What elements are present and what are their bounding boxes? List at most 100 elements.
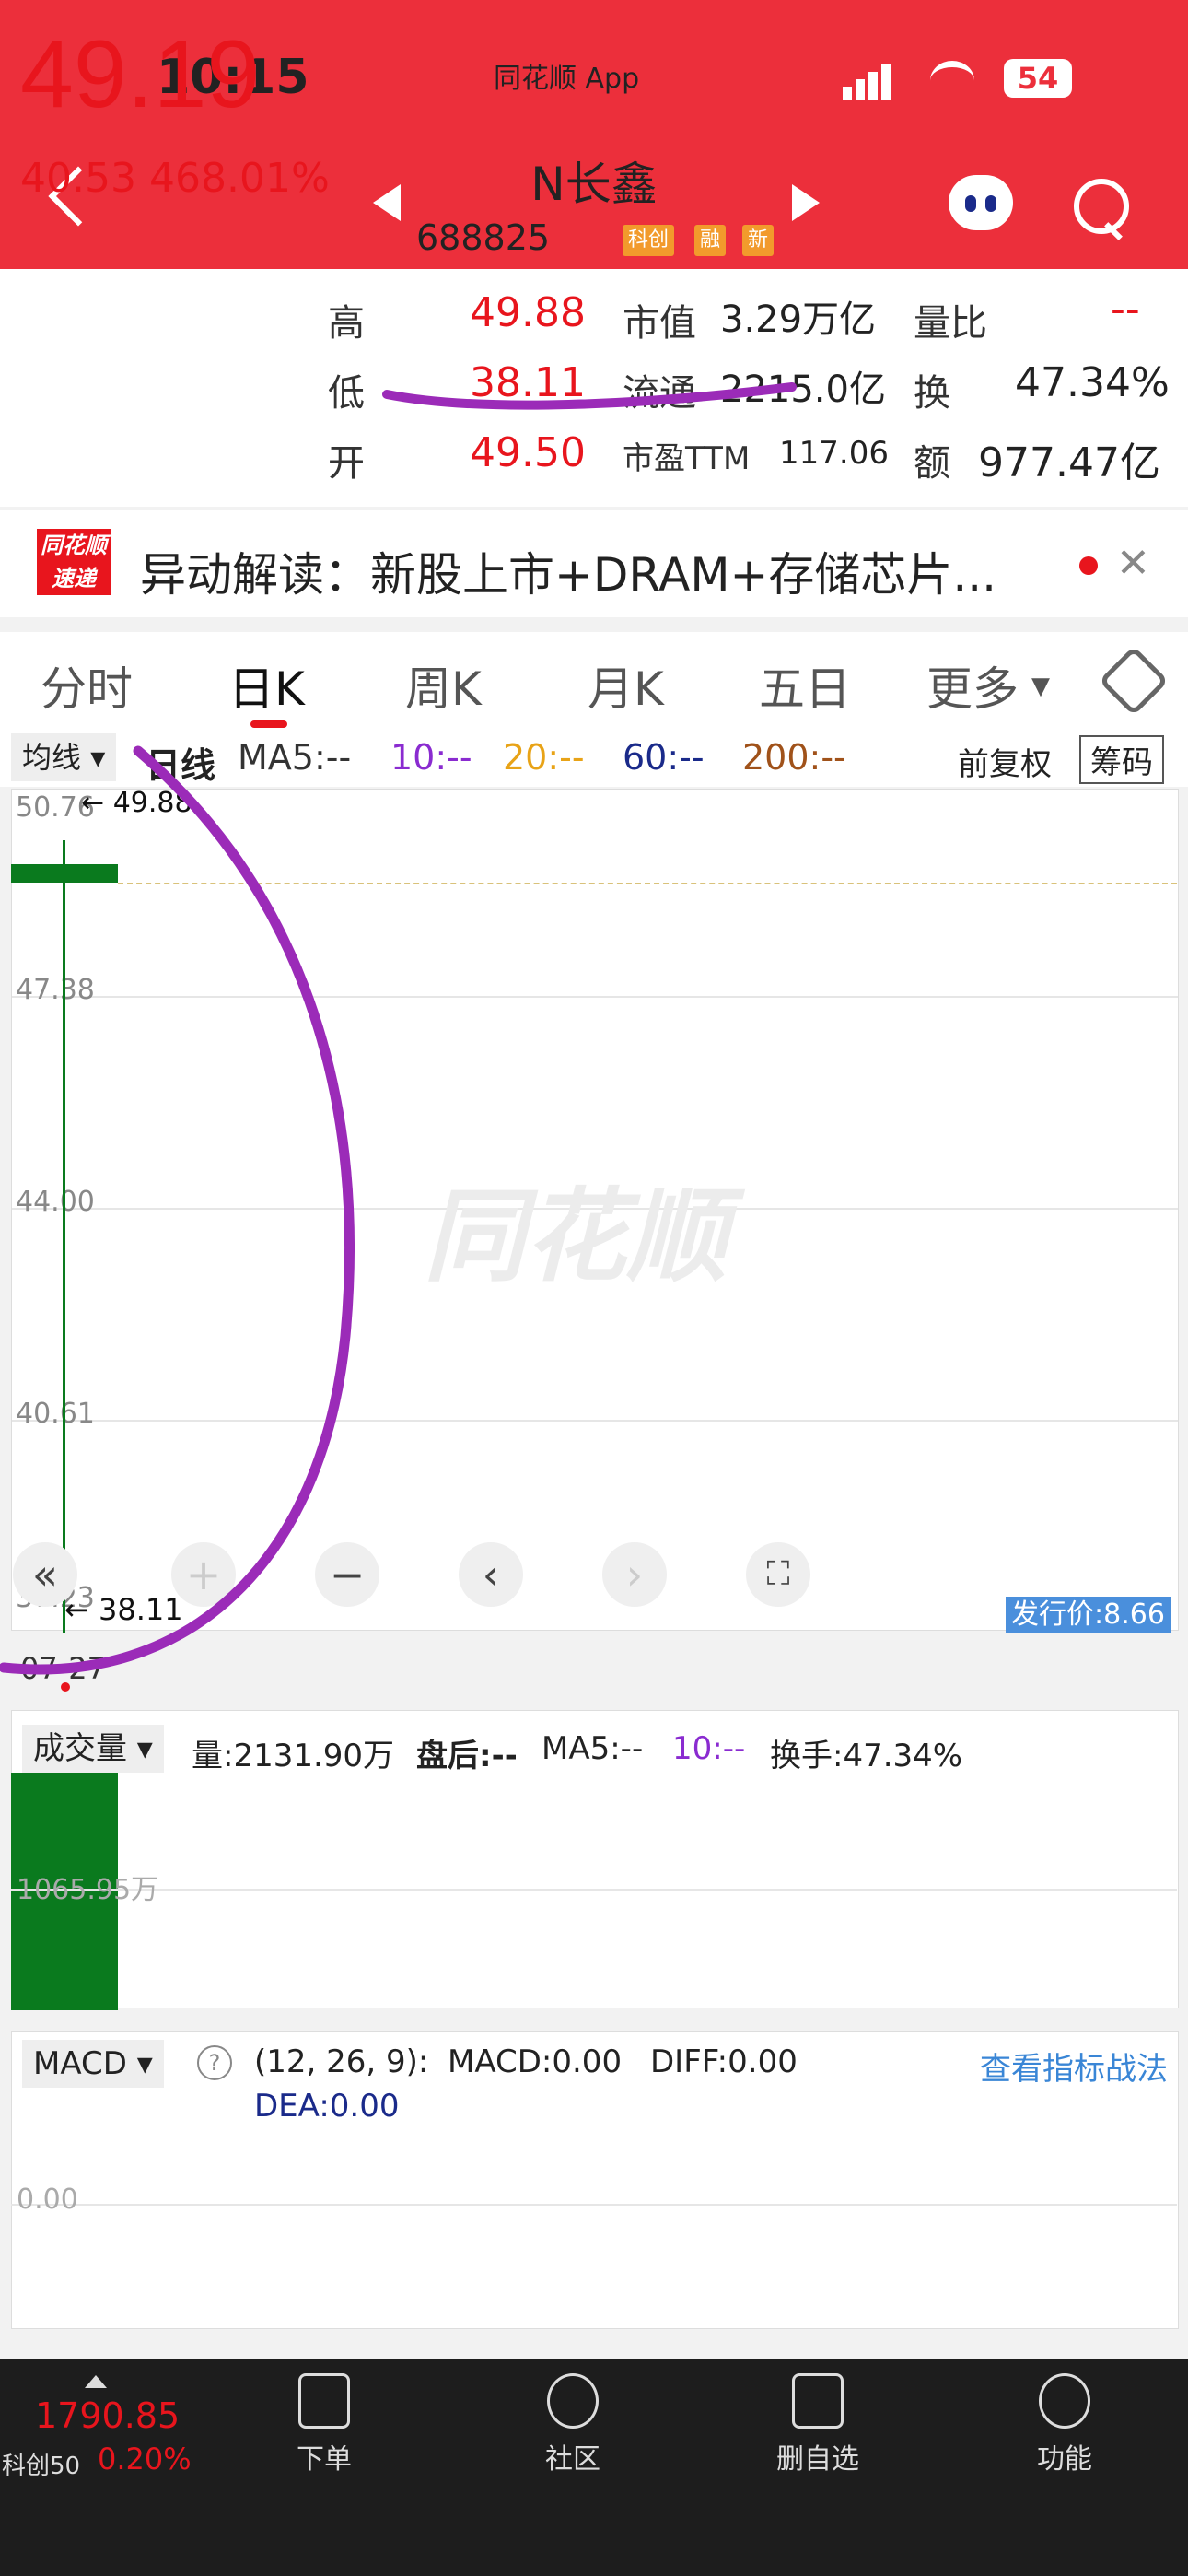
candle-body xyxy=(11,864,118,883)
volume-ma10: 10:-- xyxy=(672,1730,746,1767)
zoom-in-button[interactable]: + xyxy=(171,1542,236,1607)
y-tick: 44.00 xyxy=(16,1186,95,1218)
low-value: 38.11 xyxy=(470,359,586,406)
menu-icon xyxy=(1039,2373,1090,2429)
tab-daily-k[interactable]: 日K xyxy=(228,652,305,719)
tab-monthly-k[interactable]: 月K xyxy=(588,652,664,719)
mcap-label: 市值 xyxy=(623,302,696,345)
volume-gridline xyxy=(11,1889,1177,1891)
wifi-icon xyxy=(930,61,974,100)
ma10-value: 10:-- xyxy=(390,737,472,778)
last-price: 49.19 xyxy=(20,21,261,128)
index-name: 科创50 xyxy=(2,2453,81,2480)
amount-label: 额 xyxy=(914,442,950,485)
vol-ratio-value: -- xyxy=(1111,286,1140,333)
y-tick: 40.61 xyxy=(16,1398,95,1430)
status-app-name: 同花顺 App xyxy=(494,63,640,95)
watermark: 同花顺 xyxy=(424,1177,728,1295)
issue-price-badge: 发行价:8.66 xyxy=(1006,1597,1171,1633)
rewind-button[interactable]: « xyxy=(13,1542,77,1607)
tag-new: 新 xyxy=(742,225,775,256)
remove-icon xyxy=(792,2373,844,2429)
tab-more[interactable]: 更多 xyxy=(926,652,1019,719)
last-price-line xyxy=(118,883,1177,884)
mcap-value: 3.29万亿 xyxy=(720,299,877,341)
high-label: 高 xyxy=(328,302,365,345)
high-value: 49.88 xyxy=(470,289,586,336)
news-banner[interactable]: 同花顺 速递 异动解读：新股上市+DRAM+存储芯片... xyxy=(0,510,1188,617)
turnover-label: 换 xyxy=(914,372,950,415)
date-dot xyxy=(61,1682,70,1692)
volume-value: 量:2131.90万 xyxy=(192,1738,395,1774)
signal-icon xyxy=(843,64,894,100)
order-icon xyxy=(298,2373,350,2429)
volume-y-label: 1065.95万 xyxy=(17,1874,159,1906)
macd-gridline xyxy=(11,2204,1177,2206)
amount-value: 977.47亿 xyxy=(978,439,1160,486)
index-pct: 0.20% xyxy=(98,2441,192,2476)
volume-ma5: MA5:-- xyxy=(542,1730,644,1767)
expand-icon[interactable] xyxy=(85,2375,107,2388)
tag-kechuang: 科创 xyxy=(623,225,675,256)
nav-order[interactable]: 下单 xyxy=(250,2373,398,2476)
open-label: 开 xyxy=(328,442,365,485)
ma5-value: MA5:-- xyxy=(238,737,352,778)
period-label: 日线 xyxy=(146,745,216,786)
turnover-value: 47.34% xyxy=(1015,359,1170,406)
y-tick: 47.38 xyxy=(16,974,95,1006)
help-icon[interactable]: ? xyxy=(197,2045,232,2080)
vol-ratio-label: 量比 xyxy=(914,302,987,345)
candle-wick xyxy=(63,840,65,1633)
adjust-toggle[interactable]: 前复权 xyxy=(958,739,1052,784)
community-icon xyxy=(547,2373,599,2429)
index-value[interactable]: 1790.85 xyxy=(35,2395,180,2436)
price-change-pct: 468.01% xyxy=(149,155,330,202)
low-marker: ← 38.11 xyxy=(64,1592,183,1627)
robot-assistant-icon[interactable] xyxy=(949,175,1013,230)
news-text[interactable]: 异动解读：新股上市+DRAM+存储芯片... xyxy=(140,538,996,604)
macd-selector[interactable]: MACD ▾ xyxy=(22,2040,164,2088)
scroll-right-button[interactable]: › xyxy=(602,1542,667,1607)
high-marker: ← 49.88 xyxy=(81,787,192,819)
scroll-left-button[interactable]: ‹ xyxy=(459,1542,523,1607)
active-tab-indicator xyxy=(250,720,287,728)
zoom-out-button[interactable]: − xyxy=(315,1542,379,1607)
after-hours-value: 盘后:-- xyxy=(416,1738,518,1774)
indicator-strategy-link[interactable]: 查看指标战法 xyxy=(980,2043,1168,2089)
dea-value: DEA:0.00 xyxy=(254,2088,400,2125)
macd-y-label: 0.00 xyxy=(17,2184,78,2216)
volume-turnover: 换手:47.34% xyxy=(770,1738,963,1774)
battery-icon: 54 xyxy=(1004,59,1072,98)
float-label: 流通 xyxy=(623,372,696,415)
search-icon[interactable] xyxy=(1074,179,1129,234)
prev-stock-button[interactable] xyxy=(373,184,401,221)
ma60-value: 60:-- xyxy=(623,737,705,778)
nav-remove-watchlist[interactable]: 删自选 xyxy=(744,2373,891,2476)
date-label: 07-27 xyxy=(20,1651,106,1686)
chips-button[interactable]: 筹码 xyxy=(1079,735,1164,784)
tab-intraday[interactable]: 分时 xyxy=(41,652,133,719)
open-value: 49.50 xyxy=(470,429,586,476)
ma20-value: 20:-- xyxy=(503,737,585,778)
next-stock-button[interactable] xyxy=(792,184,820,221)
nav-community[interactable]: 社区 xyxy=(499,2373,646,2476)
tab-weekly-k[interactable]: 周K xyxy=(405,652,482,719)
fullscreen-icon[interactable]: ⛶ xyxy=(746,1542,810,1607)
macd-params: (12, 26, 9): xyxy=(254,2043,429,2080)
ma-selector[interactable]: 均线 ▾ xyxy=(11,733,117,781)
macd-value: MACD:0.00 xyxy=(448,2043,623,2080)
low-label: 低 xyxy=(328,372,365,415)
pe-value: 117.06 xyxy=(779,435,889,472)
ma200-value: 200:-- xyxy=(742,737,846,778)
unread-dot xyxy=(1079,556,1098,575)
news-logo: 同花顺 速递 xyxy=(37,529,111,595)
volume-selector[interactable]: 成交量 ▾ xyxy=(22,1725,164,1773)
float-value: 2215.0亿 xyxy=(720,369,886,411)
nav-functions[interactable]: 功能 xyxy=(991,2373,1138,2476)
tag-margin: 融 xyxy=(694,225,727,256)
price-change: 40.53 xyxy=(20,155,136,202)
close-icon[interactable]: ✕ xyxy=(1116,540,1150,587)
chevron-down-icon: ▼ xyxy=(1031,673,1050,700)
stock-code: 688825 xyxy=(416,217,551,258)
tab-five-day[interactable]: 五日 xyxy=(759,652,851,719)
